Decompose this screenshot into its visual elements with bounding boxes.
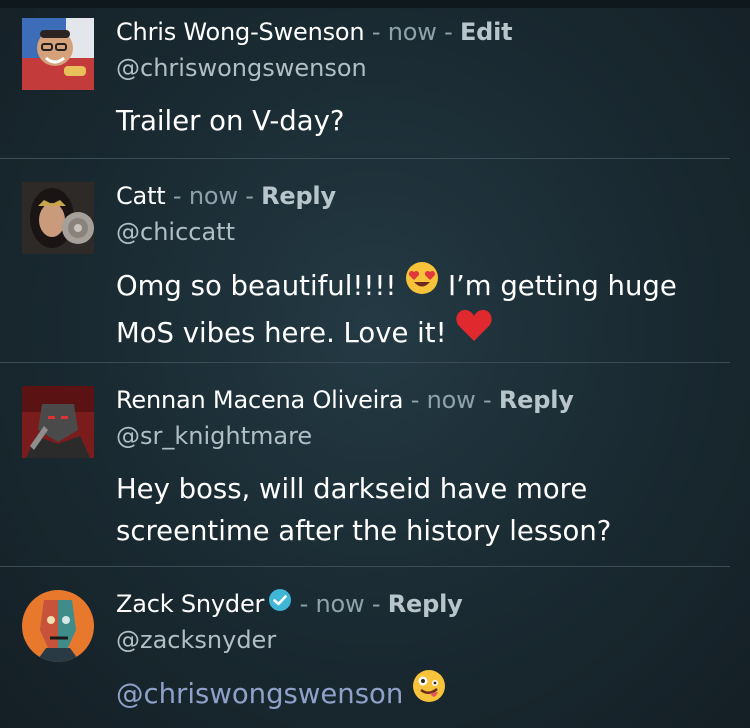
comment-body: Omg so beautiful!!!! I’m getting huge Mo… — [116, 261, 736, 358]
cyborg-face-avatar-icon — [22, 590, 94, 662]
separator: - — [475, 386, 499, 414]
comment-meta: Rennan Macena Oliveira - now - Reply — [116, 386, 574, 414]
comment-text: Omg so beautiful!!!! — [116, 270, 406, 302]
avatar[interactable] — [22, 18, 94, 90]
author-name[interactable]: Rennan Macena Oliveira — [116, 386, 403, 414]
heart-eyes-emoji-icon — [405, 261, 439, 307]
separator: - — [165, 182, 189, 210]
comment-text: Hey boss, will darkseid have more — [116, 473, 588, 505]
reply-button[interactable]: Reply — [261, 182, 336, 210]
reply-button[interactable]: Reply — [499, 386, 574, 414]
comment-item: Zack Snyder - now - Reply @zacksnyder @c… — [0, 580, 750, 728]
timestamp: now — [426, 386, 476, 414]
separator: - — [364, 590, 388, 618]
avatar[interactable] — [22, 182, 94, 254]
timestamp: now — [188, 182, 238, 210]
comment-item: Chris Wong-Swenson - now - Edit @chriswo… — [0, 8, 750, 158]
comment-meta: Zack Snyder - now - Reply — [116, 588, 463, 620]
comment-text: MoS vibes here. Love it! — [116, 317, 456, 349]
divider — [0, 362, 730, 363]
divider — [0, 566, 730, 567]
verified-badge-icon — [268, 588, 292, 618]
author-handle[interactable]: @chiccatt — [116, 218, 235, 246]
darkseid-avatar-icon — [22, 386, 94, 458]
edit-button[interactable]: Edit — [460, 18, 513, 46]
comment-meta: Catt - now - Reply — [116, 182, 336, 210]
top-bar — [0, 0, 750, 8]
mention-link[interactable]: @chriswongswenson — [116, 678, 403, 710]
author-name[interactable]: Zack Snyder — [116, 590, 264, 618]
avatar[interactable] — [22, 590, 94, 662]
divider — [0, 158, 730, 159]
wonder-woman-avatar-icon — [22, 182, 94, 254]
author-handle[interactable]: @sr_knightmare — [116, 422, 312, 450]
timestamp: now — [387, 18, 437, 46]
timestamp: now — [315, 590, 365, 618]
comment-meta: Chris Wong-Swenson - now - Edit — [116, 18, 513, 46]
comment-text: I’m getting huge — [439, 270, 677, 302]
separator: - — [292, 590, 316, 618]
separator: - — [403, 386, 427, 414]
separator: - — [436, 18, 460, 46]
author-handle[interactable]: @zacksnyder — [116, 626, 276, 654]
comment-body: Trailer on V-day? — [116, 105, 345, 137]
author-name[interactable]: Chris Wong-Swenson — [116, 18, 365, 46]
zany-face-emoji-icon — [412, 669, 446, 715]
separator: - — [364, 18, 388, 46]
person-portrait-avatar-icon — [22, 18, 94, 90]
avatar[interactable] — [22, 386, 94, 458]
comment-body: Hey boss, will darkseid have more screen… — [116, 468, 736, 552]
comment-item: Catt - now - Reply @chiccatt Omg so beau… — [0, 172, 750, 362]
author-name[interactable]: Catt — [116, 182, 166, 210]
separator: - — [237, 182, 262, 210]
comment-text: screentime after the history lesson? — [116, 515, 612, 547]
reply-button[interactable]: Reply — [388, 590, 463, 618]
comment-item: Rennan Macena Oliveira - now - Reply @sr… — [0, 376, 750, 566]
red-heart-emoji-icon — [455, 307, 493, 355]
comment-body: @chriswongswenson — [116, 669, 736, 718]
author-handle[interactable]: @chriswongswenson — [116, 54, 367, 82]
